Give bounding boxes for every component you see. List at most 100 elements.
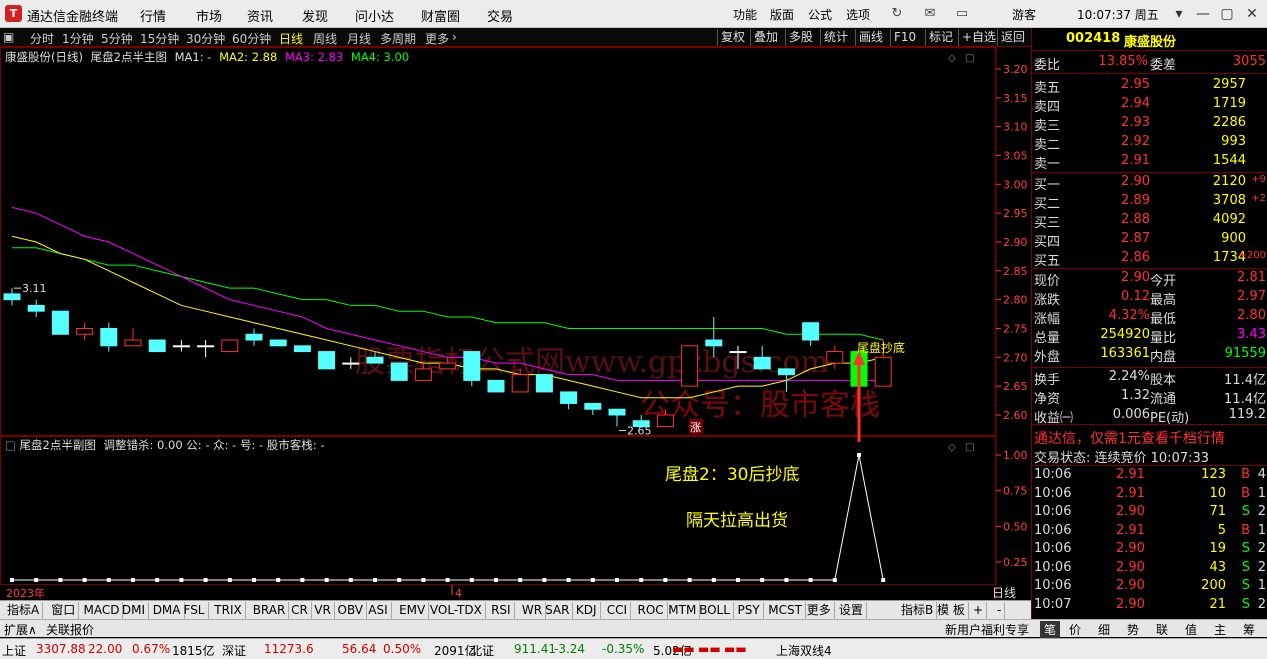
- indicator-tab[interactable]: 指标A: [4, 602, 44, 619]
- detail-tab[interactable]: 势: [1127, 621, 1139, 638]
- indicator-tab[interactable]: TRIX: [211, 602, 246, 619]
- stat-label2: 最低: [1150, 312, 1177, 327]
- btn-fuquan[interactable]: 复权: [717, 29, 748, 46]
- indicator-tab[interactable]: SAR: [542, 602, 574, 619]
- indicator-tab[interactable]: DMA: [150, 602, 185, 619]
- new-user-benefit[interactable]: 新用户福利专享: [945, 621, 1029, 638]
- signal-dot: [348, 578, 353, 582]
- indicator-tab[interactable]: ASI: [365, 602, 392, 619]
- maximize-icon[interactable]: ▢: [1216, 3, 1238, 25]
- period-5min[interactable]: 5分钟: [101, 30, 133, 47]
- period-15min[interactable]: 15分钟: [140, 30, 179, 47]
- indicator-tab[interactable]: PSY: [735, 602, 764, 619]
- chart-close-icon[interactable]: □: [965, 53, 974, 64]
- period-more[interactable]: 更多: [425, 30, 449, 47]
- stat-label: 涨跌: [1034, 293, 1061, 308]
- menu-faxian[interactable]: 发现: [302, 6, 328, 25]
- btn-diejia[interactable]: 叠加: [750, 29, 781, 46]
- indicator-tab[interactable]: KDJ: [573, 602, 601, 619]
- menu-xuanxiang[interactable]: 选项: [846, 6, 870, 23]
- detail-tab[interactable]: 价: [1069, 621, 1081, 638]
- bid-volume: 4092: [1212, 212, 1246, 227]
- period-day[interactable]: 日线: [279, 30, 303, 47]
- btn-add-watchlist[interactable]: +自选: [958, 29, 999, 46]
- indicator-tab[interactable]: OBV: [335, 602, 368, 619]
- sub-close-icon[interactable]: □: [965, 442, 974, 453]
- btn-duogu[interactable]: 多股: [785, 29, 816, 46]
- indicator-right-tab[interactable]: 模 板: [934, 602, 969, 619]
- indicator-tab[interactable]: MTM: [665, 602, 701, 619]
- sub-y-axis: 1.00 0.75 0.50 0.25: [996, 449, 1028, 569]
- indicator-tab[interactable]: 设置: [836, 602, 867, 619]
- menu-shichang[interactable]: 市场: [196, 6, 222, 25]
- related-quote-button[interactable]: 关联报价: [46, 621, 94, 638]
- indicator-tab[interactable]: 更多: [804, 602, 835, 619]
- detail-tab[interactable]: 细: [1098, 621, 1110, 638]
- sub-diamond-icon[interactable]: ◇: [948, 442, 956, 453]
- period-month[interactable]: 月线: [347, 30, 371, 47]
- indicator-tab[interactable]: VR: [311, 602, 335, 619]
- indicator-right-tab[interactable]: -: [994, 602, 1006, 619]
- menu-gongneng[interactable]: 功能: [733, 6, 757, 23]
- menu-zixun[interactable]: 资讯: [247, 6, 273, 25]
- menu-caifuquan[interactable]: 财富圈: [421, 6, 460, 25]
- indicator-tab[interactable]: MACD: [81, 602, 124, 619]
- menu-hangqing[interactable]: 行情: [140, 6, 166, 25]
- bid-volume: 900: [1221, 231, 1246, 246]
- indicator-tab[interactable]: ROC: [635, 602, 668, 619]
- period-60min[interactable]: 60分钟: [232, 30, 271, 47]
- ask-price: 2.95: [1121, 77, 1150, 92]
- refresh-icon[interactable]: ↻: [887, 4, 907, 24]
- indicator-tab[interactable]: 窗口: [48, 602, 80, 619]
- indicator-right-tab[interactable]: +: [970, 602, 988, 619]
- indicator-tab[interactable]: MCST: [765, 602, 806, 619]
- indicator-tab[interactable]: DMI: [119, 602, 150, 619]
- chevron-right-icon[interactable]: ›: [452, 30, 457, 44]
- detail-tab[interactable]: 主: [1214, 621, 1226, 638]
- kline-chart[interactable]: 3.20 3.15 3.10 3.05 3.00 2.95 2.90 2.85 2.80 2.75…: [0, 47, 1031, 600]
- period-week[interactable]: 周线: [313, 30, 337, 47]
- tick-volume: 19: [1209, 541, 1226, 556]
- diamond-icon[interactable]: ◇: [948, 53, 956, 64]
- btn-f10[interactable]: F10: [890, 29, 919, 46]
- ask-label: 卖三: [1034, 119, 1061, 134]
- indicator-right-tab[interactable]: 指标B: [898, 602, 938, 619]
- indicator-tab[interactable]: BOLL: [696, 602, 734, 619]
- indicator-tab[interactable]: EMV: [396, 602, 430, 619]
- ad-banner[interactable]: 通达信，仅需1元查看千档行情: [1032, 427, 1267, 447]
- minimize-icon[interactable]: —: [1192, 3, 1214, 25]
- detail-tab[interactable]: 笔: [1040, 621, 1061, 638]
- menu-banmian[interactable]: 版面: [770, 6, 794, 23]
- indicator-tab[interactable]: FSL: [181, 602, 209, 619]
- btn-back[interactable]: 返回: [997, 29, 1028, 46]
- detail-tab[interactable]: 联: [1156, 621, 1168, 638]
- btn-biaoji[interactable]: 标记: [925, 29, 956, 46]
- message-icon[interactable]: ▭: [952, 4, 972, 24]
- indicator-tab[interactable]: RSI: [488, 602, 515, 619]
- indicator-tab[interactable]: BRAR: [250, 602, 290, 619]
- close-icon[interactable]: ✕: [1241, 3, 1263, 25]
- menu-jiaoyi[interactable]: 交易: [487, 6, 513, 25]
- menu-wenxiaoda[interactable]: 问小达: [355, 6, 394, 25]
- server-label[interactable]: 上海双线4: [776, 642, 832, 659]
- indicator-tab[interactable]: VOL-TDX: [427, 602, 486, 619]
- period-multi[interactable]: 多周期: [380, 30, 416, 47]
- expand-icon[interactable]: ▣: [3, 30, 14, 44]
- guest-login[interactable]: 游客: [1012, 6, 1036, 23]
- period-fenshi[interactable]: 分时: [30, 30, 54, 47]
- detail-tab[interactable]: 筹: [1243, 621, 1255, 638]
- app-logo-icon: T: [5, 5, 22, 22]
- expand-button[interactable]: 扩展∧: [4, 621, 37, 638]
- period-1min[interactable]: 1分钟: [62, 30, 94, 47]
- mail-icon[interactable]: ✉: [920, 4, 940, 24]
- period-30min[interactable]: 30分钟: [186, 30, 225, 47]
- dropdown-arrow-icon[interactable]: ▾: [1168, 3, 1190, 25]
- btn-tongji[interactable]: 统计: [820, 29, 851, 46]
- signal-dot: [445, 578, 450, 582]
- btn-huaxian[interactable]: 画线: [855, 29, 886, 46]
- menu-gongshi[interactable]: 公式: [808, 6, 832, 23]
- indicator-tab[interactable]: CR: [288, 602, 312, 619]
- indicator-tab[interactable]: CCI: [604, 602, 631, 619]
- sub-title-icon[interactable]: □: [5, 438, 16, 452]
- detail-tab[interactable]: 值: [1185, 621, 1197, 638]
